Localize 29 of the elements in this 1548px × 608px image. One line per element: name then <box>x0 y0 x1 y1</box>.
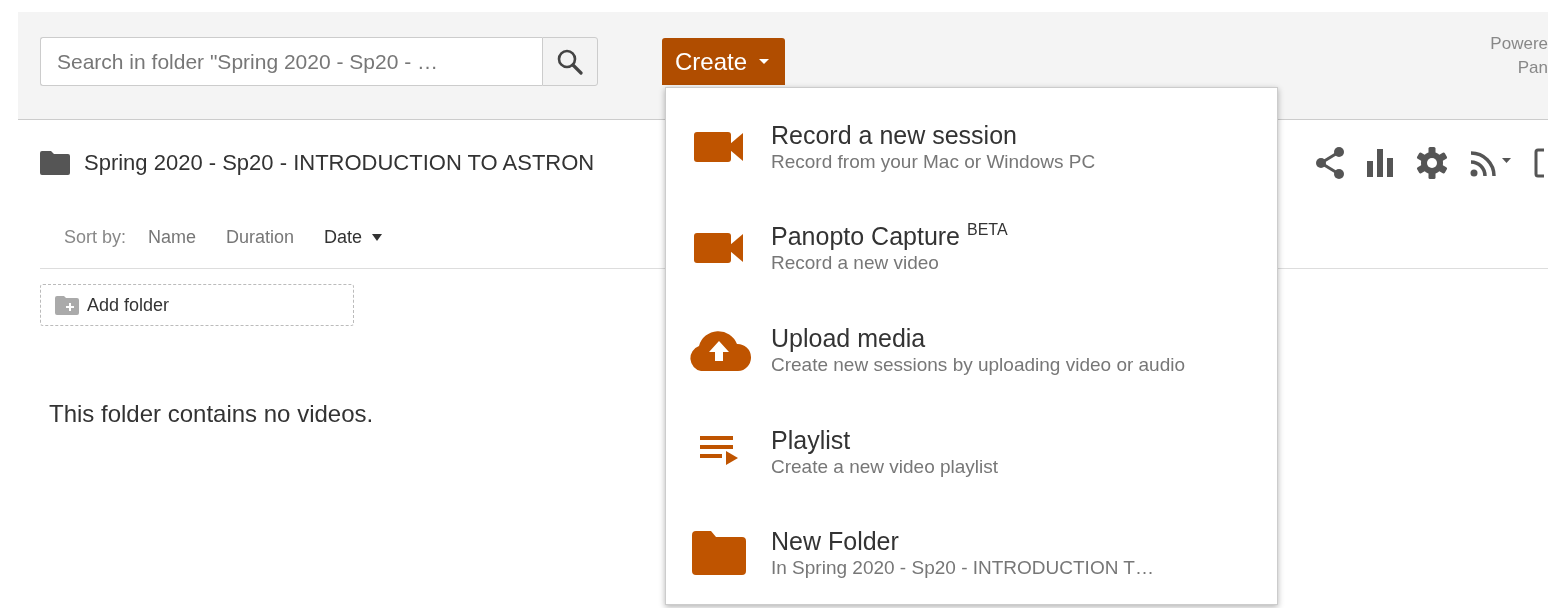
settings-icon[interactable] <box>1416 147 1448 179</box>
menu-item[interactable]: Panopto Capture $^{BETA}$ Record a new video <box>666 197 1277 300</box>
search-field[interactable]: Search in folder "Spring 2020 - Sp20 - … <box>40 37 542 86</box>
menu-item[interactable]: Playlist Create a new video playlist <box>666 400 1277 503</box>
share-icon[interactable] <box>1315 147 1345 179</box>
sort-option[interactable]: Date <box>324 226 383 248</box>
folder-icon <box>40 151 70 175</box>
add-folder-button[interactable]: Add folder <box>40 284 354 326</box>
menu-item[interactable]: New Folder In Spring 2020 - Sp20 - INTRODUCTION T… <box>666 502 1277 604</box>
menu-item[interactable]: Upload media Create new sessions by uploading video or audio <box>666 299 1277 401</box>
create-button[interactable]: Create <box>662 38 786 85</box>
menu-item[interactable]: Record a new session Record from your Mac or Windows PC <box>666 96 1277 198</box>
video-camera-icon <box>693 231 744 266</box>
powered-by-text: Pan <box>1517 56 1548 79</box>
folder-add-icon <box>55 295 79 315</box>
empty-message: This folder contains no videos. <box>49 400 375 428</box>
search-icon <box>557 48 583 75</box>
bar-chart-icon[interactable] <box>1367 149 1394 177</box>
rss-icon[interactable] <box>1470 149 1512 177</box>
sort-label: Sort by: <box>64 226 127 248</box>
caret-icon <box>759 59 770 64</box>
sort-option[interactable]: Duration <box>226 226 295 248</box>
search-button[interactable] <box>542 37 598 86</box>
caret-icon <box>372 233 383 241</box>
folder-icon <box>691 531 746 576</box>
folder-title: Spring 2020 - Sp20 - INTRODUCTION TO ASTRON <box>84 150 595 176</box>
video-camera-icon <box>693 129 744 164</box>
sort-option[interactable]: Name <box>148 226 197 248</box>
powered-by-text: Powere <box>1490 32 1548 55</box>
